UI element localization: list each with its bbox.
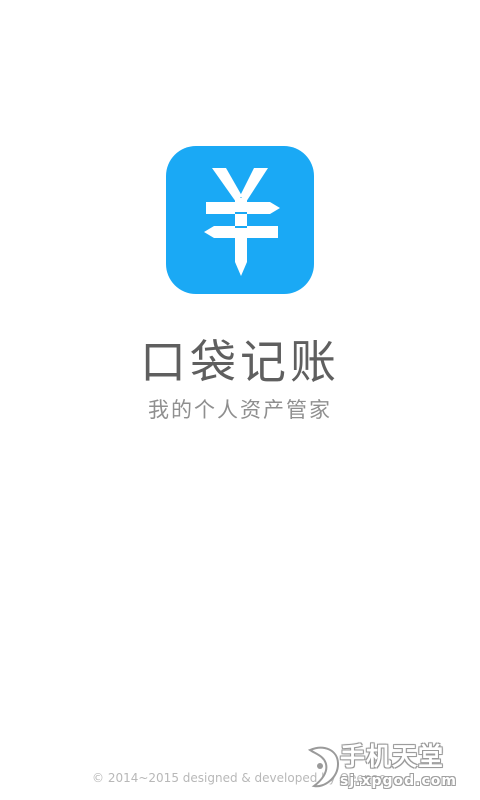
app-logo-icon <box>166 146 314 294</box>
yuan-pencil-icon <box>204 168 280 276</box>
watermark: 手机天堂 sj.xpgod.com <box>304 742 474 796</box>
app-name: 口袋记账 <box>140 335 340 389</box>
watermark-logo <box>307 746 340 788</box>
app-slogan: 我的个人资产管家 <box>148 398 332 422</box>
splash-screen: 口袋记账 我的个人资产管家 © 2014~2015 designed & dev… <box>0 0 480 800</box>
watermark-title: 手机天堂 <box>340 742 445 771</box>
watermark-url: sj.xpgod.com <box>340 773 457 789</box>
